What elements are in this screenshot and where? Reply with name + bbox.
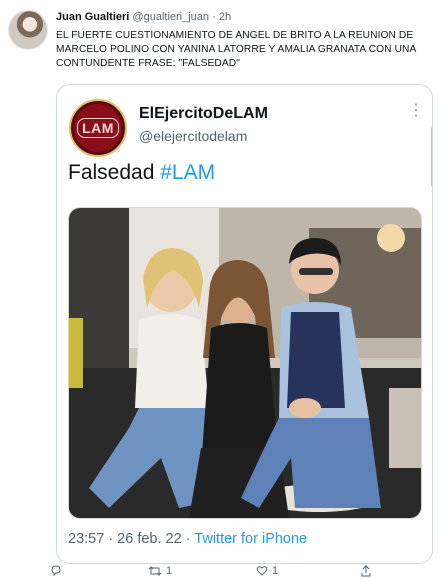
tweet-actions: 1 1 — [50, 565, 430, 579]
author-handle[interactable]: @gualtieri_juan — [132, 11, 209, 23]
heart-icon — [256, 566, 268, 576]
separator: · — [212, 11, 216, 23]
scrollbar[interactable] — [431, 127, 432, 187]
like-button[interactable]: 1 — [256, 565, 278, 577]
quoted-body: Falsedad #LAM — [68, 161, 215, 185]
reply-button[interactable] — [50, 565, 66, 577]
quoted-body-text: Falsedad — [68, 161, 155, 184]
quoted-tweet-card[interactable]: LAM ElEjercitoDeLAM @elejercitodelam ⋮ F… — [56, 84, 433, 564]
quoted-account-name[interactable]: ElEjercitoDeLAM — [139, 105, 268, 123]
tweet-text: EL FUERTE CUESTIONAMIENTO DE ANGEL DE BR… — [56, 30, 416, 69]
like-count: 1 — [272, 565, 279, 577]
share-button[interactable] — [360, 565, 376, 577]
quoted-account-handle[interactable]: @elejercitodelam — [139, 128, 247, 144]
more-options-icon[interactable]: ⋮ — [408, 103, 424, 119]
avatar[interactable] — [8, 10, 48, 50]
quoted-meta: 23:57 · 26 feb. 22 · Twitter for iPhone — [68, 531, 307, 547]
reply-icon — [51, 565, 61, 577]
quoted-timestamp[interactable]: 23:57 · 26 feb. 22 · — [68, 531, 194, 547]
photo-illustration — [69, 208, 421, 518]
retweet-count: 1 — [166, 565, 173, 577]
hashtag-link[interactable]: #LAM — [160, 161, 215, 184]
author-name[interactable]: Juan Gualtieri — [56, 11, 129, 23]
logo-text: LAM — [77, 118, 119, 138]
quoted-source[interactable]: Twitter for iPhone — [194, 531, 307, 547]
tweet-time[interactable]: 2h — [219, 11, 231, 23]
tweet-photo[interactable] — [68, 207, 422, 519]
tweet-header: Juan Gualtieri @gualtieri_juan · 2h — [56, 11, 231, 23]
retweet-button[interactable]: 1 — [148, 565, 172, 577]
retweet-icon — [148, 566, 162, 576]
share-icon — [361, 565, 371, 577]
account-logo[interactable]: LAM — [69, 99, 127, 157]
